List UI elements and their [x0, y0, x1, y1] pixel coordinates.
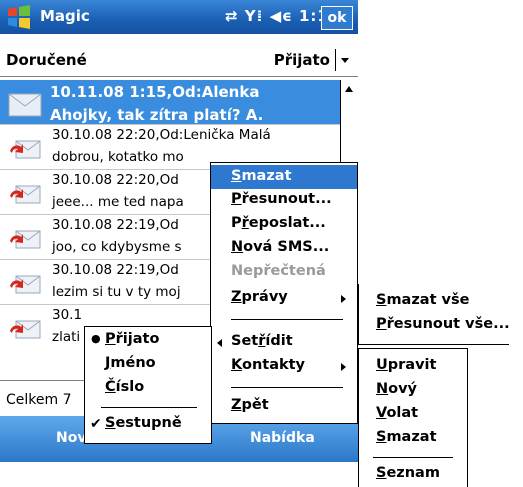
- menu-item-delete-all[interactable]: Smazat vše: [376, 292, 469, 308]
- sort-dropdown-icon[interactable]: [335, 49, 352, 71]
- menu-item-contacts[interactable]: Kontakty: [231, 357, 305, 373]
- messages-submenu: Smazat vše Přesunout vše...: [358, 284, 510, 345]
- menu-separator: [101, 407, 197, 408]
- menu-item-move-all[interactable]: Přesunout vše...: [376, 316, 510, 332]
- replied-envelope-icon: [10, 275, 41, 294]
- menu-item-edit[interactable]: Upravit: [376, 357, 436, 373]
- menu-item-descending[interactable]: Sestupně: [105, 415, 182, 431]
- menu-separator: [373, 457, 453, 458]
- replied-envelope-icon: [10, 185, 41, 204]
- message-header: 30.10.08 22:20,Od: [52, 172, 179, 188]
- menu-item-new[interactable]: Nový: [376, 381, 417, 397]
- bullet-icon: ●: [91, 332, 101, 345]
- menu-item-forward[interactable]: Přeposlat...: [231, 215, 326, 231]
- menu-item-sort-number[interactable]: Číslo: [105, 379, 144, 395]
- menu-item-new-sms[interactable]: Nová SMS...: [231, 239, 329, 255]
- menu-separator: [231, 387, 343, 388]
- contacts-submenu: Upravit Nový Volat Smazat Seznam: [358, 348, 468, 487]
- message-preview: jeee... me ted napa: [52, 194, 184, 210]
- ok-button[interactable]: ok: [321, 6, 353, 30]
- sort-label[interactable]: Přijato: [274, 51, 330, 69]
- menu-item-delete-contact[interactable]: Smazat: [376, 429, 437, 445]
- message-header: 30.10.08 22:20,Od:Lenička Malá: [52, 127, 271, 143]
- windows-start-icon[interactable]: [6, 5, 32, 29]
- menu-item-messages[interactable]: Zprávy: [231, 289, 288, 305]
- replied-envelope-icon: [10, 320, 41, 339]
- scroll-up-icon[interactable]: [345, 86, 353, 92]
- replied-envelope-icon: [10, 140, 41, 159]
- message-preview: zlati: [52, 329, 81, 345]
- message-header: 10.11.08 1:15,Od:Alenka: [50, 83, 260, 101]
- main-menu: Smazat Přesunout... Přeposlat... Nová SM…: [210, 162, 358, 424]
- message-preview: dobrou, kotatko mo: [52, 149, 184, 165]
- app-title: Magic: [40, 7, 90, 25]
- submenu-arrow-icon: [341, 295, 346, 303]
- title-bar: Magic ⇄ Y⁞ ◀ϵ 1:19 ok: [0, 0, 358, 34]
- list-header: Doručené Přijato: [0, 40, 358, 77]
- message-header: 30.1: [52, 307, 83, 323]
- message-preview: joo, co kdybysme s: [52, 239, 182, 255]
- message-preview: lezim si tu v ty moj: [52, 284, 181, 300]
- menu-item-sort-received[interactable]: Přijato: [105, 331, 159, 347]
- menu-item-back[interactable]: Zpět: [231, 397, 269, 413]
- envelope-icon: [8, 93, 42, 117]
- message-header: 30.10.08 22:19,Od: [52, 217, 179, 233]
- menu-item-sort-name[interactable]: Jméno: [105, 355, 156, 371]
- menu-item-unread: Nepřečtená: [231, 263, 326, 279]
- message-preview: Ahojky, tak zítra platí? A.: [50, 106, 264, 124]
- list-item[interactable]: 10.11.08 1:15,Od:Alenka Ahojky, tak zítr…: [0, 80, 340, 124]
- menu-item-call[interactable]: Volat: [376, 405, 418, 421]
- folder-label[interactable]: Doručené: [6, 51, 87, 69]
- replied-envelope-icon: [10, 230, 41, 249]
- status-text: Celkem 7: [6, 392, 72, 408]
- message-header: 30.10.08 22:19,Od: [52, 262, 179, 278]
- menu-softkey[interactable]: Nabídka: [250, 430, 315, 446]
- submenu-arrow-icon: [341, 363, 346, 371]
- new-softkey[interactable]: Nov: [56, 430, 86, 446]
- menu-item-delete[interactable]: Smazat: [211, 165, 357, 189]
- menu-item-list[interactable]: Seznam: [376, 465, 440, 481]
- menu-item-sort[interactable]: Setřídit: [231, 333, 293, 349]
- checkmark-icon: ✔: [90, 416, 102, 432]
- sort-submenu: ● Přijato Jméno Číslo ✔ Sestupně: [84, 326, 212, 444]
- menu-item-move[interactable]: Přesunout...: [231, 191, 332, 207]
- menu-separator: [231, 319, 343, 320]
- submenu-left-arrow-icon: [217, 339, 222, 347]
